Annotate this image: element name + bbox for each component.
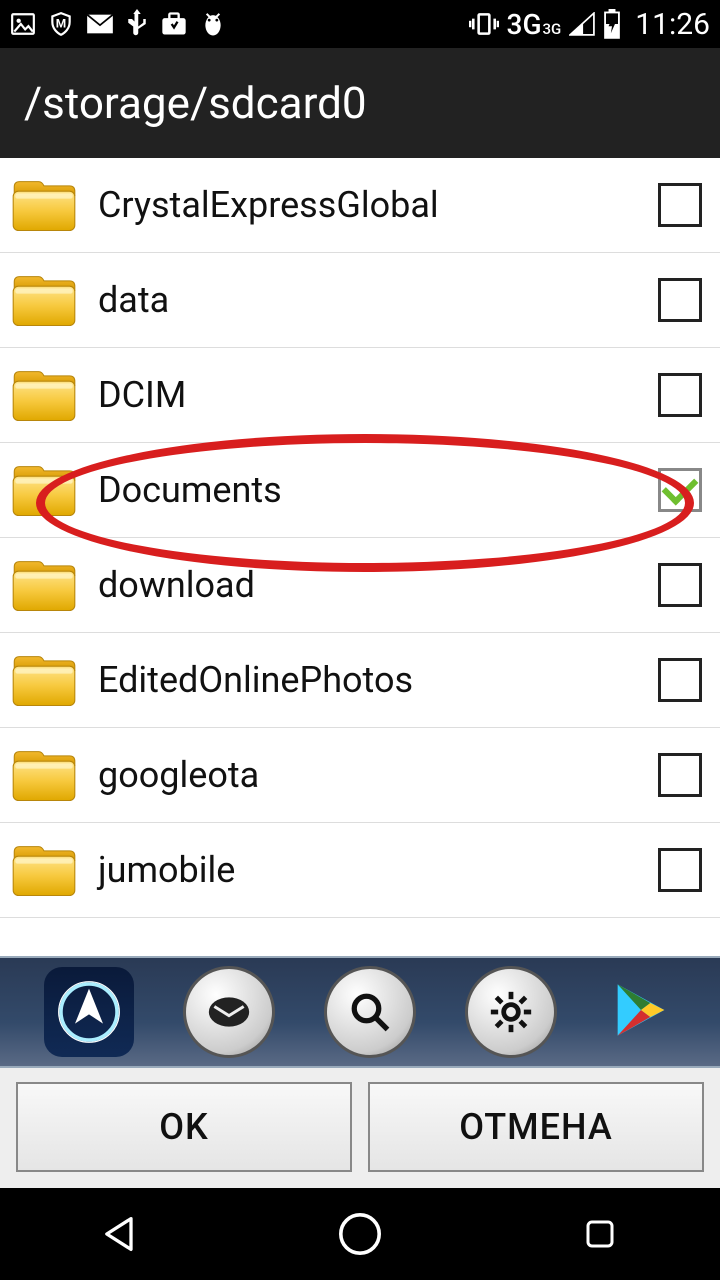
folder-name: data	[98, 279, 658, 321]
home-button[interactable]	[333, 1207, 387, 1261]
vibrate-icon	[469, 11, 499, 37]
usb-icon	[126, 9, 148, 39]
folder-row[interactable]: data	[0, 253, 720, 348]
folder-row[interactable]: CrystalExpressGlobal	[0, 158, 720, 253]
folder-row[interactable]: download	[0, 538, 720, 633]
mail-icon	[86, 13, 114, 35]
recent-apps-button[interactable]	[573, 1207, 627, 1261]
folder-name: googleota	[98, 754, 658, 796]
folder-icon	[10, 651, 78, 709]
folder-name: download	[98, 564, 658, 606]
briefcase-icon	[160, 11, 188, 37]
svg-text:M: M	[56, 16, 66, 30]
folder-checkbox[interactable]	[658, 753, 702, 797]
navigation-bar	[0, 1188, 720, 1280]
folder-icon	[10, 556, 78, 614]
folder-icon	[10, 366, 78, 424]
cancel-button[interactable]: ОТМЕНА	[368, 1082, 704, 1172]
folder-checkbox[interactable]	[658, 848, 702, 892]
current-path: /storage/sdcard0	[24, 77, 367, 129]
folder-row[interactable]: googleota	[0, 728, 720, 823]
folder-checkbox[interactable]	[658, 373, 702, 417]
folder-list: CrystalExpressGlobal data DCIM	[0, 158, 720, 956]
folder-row[interactable]: Documents	[0, 443, 720, 538]
folder-checkbox[interactable]	[658, 658, 702, 702]
ok-button[interactable]: OK	[16, 1082, 352, 1172]
ad-play-store-icon[interactable]	[606, 975, 676, 1049]
folder-name: EditedOnlinePhotos	[98, 659, 658, 701]
ad-gear-icon[interactable]	[465, 966, 557, 1058]
shield-icon: M	[48, 11, 74, 37]
folder-checkbox[interactable]	[658, 563, 702, 607]
folder-name: jumobile	[98, 849, 658, 891]
network-label: 3G	[507, 8, 542, 41]
folder-name: Documents	[98, 469, 658, 511]
signal-icon	[569, 12, 595, 36]
ad-search-icon[interactable]	[324, 966, 416, 1058]
folder-row[interactable]: DCIM	[0, 348, 720, 443]
ad-banner[interactable]	[0, 956, 720, 1068]
folder-row[interactable]: EditedOnlinePhotos	[0, 633, 720, 728]
network-sup: 3G	[543, 20, 562, 38]
back-button[interactable]	[93, 1207, 147, 1261]
network-3g-icon: 3G3G	[507, 8, 562, 41]
status-bar: M 3G3G 11:26	[0, 0, 720, 48]
android-debug-icon	[200, 10, 226, 38]
path-header: /storage/sdcard0	[0, 48, 720, 158]
folder-icon	[10, 461, 78, 519]
folder-icon	[10, 841, 78, 899]
folder-icon	[10, 271, 78, 329]
folder-icon	[10, 746, 78, 804]
folder-row[interactable]: jumobile	[0, 823, 720, 918]
folder-checkbox[interactable]	[658, 183, 702, 227]
folder-name: DCIM	[98, 374, 658, 416]
clock: 11:26	[635, 7, 710, 42]
ad-mail-icon[interactable]	[183, 966, 275, 1058]
folder-icon	[10, 176, 78, 234]
ad-app-icon[interactable]	[44, 967, 134, 1057]
folder-name: CrystalExpressGlobal	[98, 184, 658, 226]
folder-checkbox[interactable]	[658, 278, 702, 322]
battery-charging-icon	[603, 9, 621, 39]
button-bar: OK ОТМЕНА	[0, 1068, 720, 1188]
folder-checkbox[interactable]	[658, 468, 702, 512]
image-icon	[10, 11, 36, 37]
